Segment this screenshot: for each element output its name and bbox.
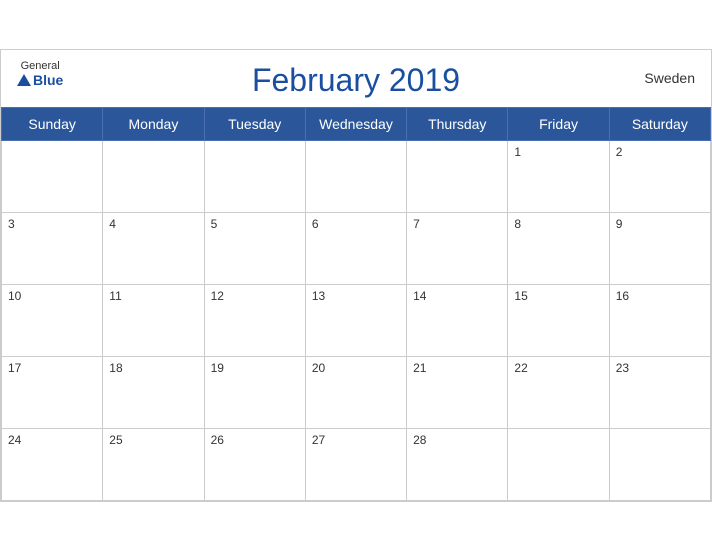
calendar-cell: 26 — [204, 428, 305, 500]
calendar-cell: 19 — [204, 356, 305, 428]
calendar-cell: 28 — [407, 428, 508, 500]
calendar-cell: 25 — [103, 428, 204, 500]
calendar-title: February 2019 — [252, 62, 460, 99]
week-row-3: 10 11 12 13 14 15 16 — [2, 284, 711, 356]
date-number: 7 — [413, 217, 501, 231]
date-number: 21 — [413, 361, 501, 375]
date-number: 19 — [211, 361, 299, 375]
calendar-cell — [204, 140, 305, 212]
date-number: 28 — [413, 433, 501, 447]
calendar-table: SundayMondayTuesdayWednesdayThursdayFrid… — [1, 107, 711, 501]
date-number: 12 — [211, 289, 299, 303]
date-number: 23 — [616, 361, 704, 375]
calendar-cell — [305, 140, 406, 212]
calendar-cell: 9 — [609, 212, 710, 284]
calendar-cell — [609, 428, 710, 500]
calendar-cell: 1 — [508, 140, 609, 212]
calendar-cell: 14 — [407, 284, 508, 356]
date-number: 26 — [211, 433, 299, 447]
day-header-sunday: Sunday — [2, 107, 103, 140]
day-header-monday: Monday — [103, 107, 204, 140]
date-number: 2 — [616, 145, 704, 159]
date-number: 15 — [514, 289, 602, 303]
calendar-cell: 13 — [305, 284, 406, 356]
calendar-cell: 17 — [2, 356, 103, 428]
date-number: 22 — [514, 361, 602, 375]
week-row-1: 12 — [2, 140, 711, 212]
date-number: 27 — [312, 433, 400, 447]
calendar-cell: 24 — [2, 428, 103, 500]
calendar-cell: 12 — [204, 284, 305, 356]
calendar-cell: 7 — [407, 212, 508, 284]
date-number: 17 — [8, 361, 96, 375]
calendar-cell — [407, 140, 508, 212]
country-label: Sweden — [644, 70, 695, 86]
date-number: 24 — [8, 433, 96, 447]
calendar-cell: 2 — [609, 140, 710, 212]
date-number: 8 — [514, 217, 602, 231]
calendar-cell: 11 — [103, 284, 204, 356]
calendar-cell — [508, 428, 609, 500]
day-header-thursday: Thursday — [407, 107, 508, 140]
logo-triangle-icon — [17, 74, 31, 86]
calendar-cell: 6 — [305, 212, 406, 284]
date-number: 25 — [109, 433, 197, 447]
date-number: 3 — [8, 217, 96, 231]
date-number: 20 — [312, 361, 400, 375]
date-number: 16 — [616, 289, 704, 303]
date-number: 1 — [514, 145, 602, 159]
days-header-row: SundayMondayTuesdayWednesdayThursdayFrid… — [2, 107, 711, 140]
date-number: 9 — [616, 217, 704, 231]
week-row-2: 3456789 — [2, 212, 711, 284]
day-header-wednesday: Wednesday — [305, 107, 406, 140]
calendar-cell: 15 — [508, 284, 609, 356]
logo-blue-area: Blue — [17, 72, 63, 88]
date-number: 13 — [312, 289, 400, 303]
calendar-cell: 4 — [103, 212, 204, 284]
calendar-cell: 10 — [2, 284, 103, 356]
date-number: 4 — [109, 217, 197, 231]
calendar-cell — [2, 140, 103, 212]
calendar-header: General Blue February 2019 Sweden — [1, 50, 711, 107]
date-number: 6 — [312, 217, 400, 231]
calendar-cell: 8 — [508, 212, 609, 284]
calendar-cell: 3 — [2, 212, 103, 284]
week-row-5: 24 25 26 27 28 — [2, 428, 711, 500]
calendar-cell: 23 — [609, 356, 710, 428]
calendar-cell: 20 — [305, 356, 406, 428]
date-number: 10 — [8, 289, 96, 303]
calendar-cell: 5 — [204, 212, 305, 284]
date-number: 11 — [109, 289, 197, 303]
day-header-saturday: Saturday — [609, 107, 710, 140]
logo-blue-text: Blue — [33, 72, 63, 88]
date-number: 14 — [413, 289, 501, 303]
calendar-cell: 27 — [305, 428, 406, 500]
date-number: 18 — [109, 361, 197, 375]
calendar-cell — [103, 140, 204, 212]
day-header-friday: Friday — [508, 107, 609, 140]
calendar-cell: 16 — [609, 284, 710, 356]
date-number: 5 — [211, 217, 299, 231]
calendar: General Blue February 2019 Sweden Sunday… — [0, 49, 712, 502]
calendar-cell: 18 — [103, 356, 204, 428]
calendar-cell: 22 — [508, 356, 609, 428]
calendar-cell: 21 — [407, 356, 508, 428]
week-row-4: 17 18 19 20 21 22 23 — [2, 356, 711, 428]
day-header-tuesday: Tuesday — [204, 107, 305, 140]
logo-general-text: General — [21, 60, 60, 72]
logo: General Blue — [17, 60, 63, 88]
